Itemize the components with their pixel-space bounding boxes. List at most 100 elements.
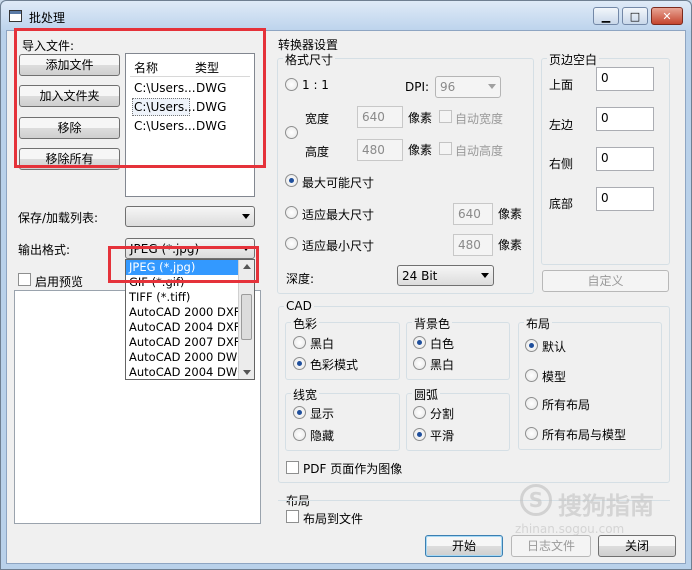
layout-to-file-checkbox[interactable]	[286, 510, 299, 523]
scroll-thumb[interactable]	[241, 294, 252, 340]
format-size-label: 格式尺寸	[283, 51, 336, 68]
custom-size-radio[interactable]	[285, 126, 298, 139]
pdf-page-checkbox[interactable]	[286, 461, 299, 474]
layout-model-radio[interactable]	[525, 369, 538, 382]
layout-all-label: 所有布局	[542, 398, 591, 412]
arc-segment-radio[interactable]	[413, 406, 426, 419]
cad-label: CAD	[284, 299, 314, 313]
dpi-select[interactable]: 96	[435, 76, 501, 98]
fit-max-label: 适应最大尺寸	[302, 208, 375, 222]
dpi-value: 96	[440, 80, 456, 94]
highlight-import-box	[14, 28, 266, 168]
sogou-logo-icon: S	[520, 484, 552, 516]
pdf-page-label: PDF 页面作为图像	[303, 462, 403, 476]
window-title: 批处理	[29, 11, 66, 25]
arc-label: 圆弧	[412, 386, 441, 403]
lineweight-show-radio[interactable]	[293, 406, 306, 419]
lineweight-hide-radio[interactable]	[293, 428, 306, 441]
width-label: 宽度	[305, 112, 330, 126]
ratio-1to1-radio[interactable]	[285, 78, 298, 91]
dropdown-option-dxf-2007[interactable]: AutoCAD 2007 DXF (	[126, 335, 238, 350]
watermark: S 搜狗指南	[520, 484, 680, 520]
layout-model-label: 模型	[542, 370, 567, 384]
title-bar: 批处理 ▁ □ ✕	[1, 1, 691, 31]
dropdown-option-dxf-2000[interactable]: AutoCAD 2000 DXF (	[126, 305, 238, 320]
auto-height-label: 自动高度	[455, 144, 504, 158]
margin-top-field[interactable]: 0	[596, 67, 654, 91]
fit-min-field[interactable]: 480	[453, 234, 493, 256]
max-possible-radio[interactable]	[285, 174, 298, 187]
margins-label: 页边空白	[547, 51, 600, 68]
output-format-label: 输出格式:	[18, 243, 71, 257]
height-field[interactable]: 480	[357, 139, 403, 161]
window-app-icon	[9, 10, 22, 22]
margin-right-field[interactable]: 0	[596, 147, 654, 171]
fit-max-radio[interactable]	[285, 206, 298, 219]
close-icon: ✕	[662, 10, 672, 23]
custom-button[interactable]: 自定义	[542, 270, 669, 292]
max-possible-label: 最大可能尺寸	[302, 176, 375, 190]
bg-black-radio[interactable]	[413, 357, 426, 370]
save-list-select[interactable]	[125, 206, 255, 227]
minimize-icon: ▁	[601, 10, 611, 23]
height-unit-label: 像素	[408, 143, 433, 157]
fit-min-label: 适应最小尺寸	[302, 239, 375, 253]
layout-all-model-label: 所有布局与模型	[542, 428, 627, 442]
dropdown-option-dwg-2000[interactable]: AutoCAD 2000 DWG	[126, 350, 238, 365]
close-button[interactable]: 关闭	[598, 535, 676, 557]
dropdown-option-dxf-2004[interactable]: AutoCAD 2004 DXF (	[126, 320, 238, 335]
ratio-1to1-label: 1 : 1	[302, 78, 329, 92]
margin-bottom-label: 底部	[549, 197, 574, 211]
arc-smooth-label: 平滑	[430, 429, 455, 443]
arc-segment-label: 分割	[430, 407, 455, 421]
bg-white-radio[interactable]	[413, 336, 426, 349]
layout-all-model-radio[interactable]	[525, 427, 538, 440]
watermark-url: zhinan.sogou.com	[515, 522, 625, 536]
scroll-down-icon[interactable]	[243, 370, 251, 375]
fit-min-radio[interactable]	[285, 237, 298, 250]
height-label: 高度	[305, 145, 330, 159]
margin-left-label: 左边	[549, 118, 574, 132]
margin-top-label: 上面	[549, 78, 574, 92]
lineweight-show-label: 显示	[310, 407, 335, 421]
fit-max-field[interactable]: 640	[453, 203, 493, 225]
maximize-icon: □	[629, 10, 641, 23]
chevron-down-icon	[242, 214, 250, 219]
bg-white-label: 白色	[430, 337, 455, 351]
depth-label: 深度:	[286, 272, 315, 286]
depth-select[interactable]: 24 Bit	[397, 265, 494, 286]
black-white-label: 黑白	[310, 337, 335, 351]
fit-max-unit-label: 像素	[498, 207, 523, 221]
start-button[interactable]: 开始	[425, 535, 503, 557]
maximize-button[interactable]: □	[622, 7, 648, 25]
auto-width-checkbox[interactable]	[439, 110, 452, 123]
layout-all-radio[interactable]	[525, 397, 538, 410]
width-field[interactable]: 640	[357, 106, 403, 128]
lineweight-label: 线宽	[291, 386, 320, 403]
log-file-button[interactable]: 日志文件	[511, 535, 591, 557]
margin-right-label: 右侧	[549, 157, 574, 171]
fit-min-unit-label: 像素	[498, 238, 523, 252]
background-label: 背景色	[412, 315, 453, 332]
preview-checkbox[interactable]	[18, 273, 31, 286]
dropdown-option-tiff[interactable]: TIFF (*.tiff)	[126, 290, 238, 305]
margin-left-field[interactable]: 0	[596, 107, 654, 131]
layout-default-radio[interactable]	[525, 339, 538, 352]
lineweight-hide-label: 隐藏	[310, 429, 335, 443]
minimize-button[interactable]: ▁	[593, 7, 619, 25]
auto-height-checkbox[interactable]	[439, 142, 452, 155]
save-list-label: 保存/加载列表:	[18, 211, 99, 225]
color-label: 色彩	[291, 315, 320, 332]
chevron-down-icon	[488, 84, 496, 89]
layout-to-file-label: 布局到文件	[303, 512, 364, 526]
depth-value: 24 Bit	[402, 269, 438, 283]
color-mode-radio[interactable]	[293, 357, 306, 370]
highlight-format-box	[108, 246, 259, 283]
close-window-button[interactable]: ✕	[651, 7, 683, 25]
dropdown-option-dwg-2004[interactable]: AutoCAD 2004 DWG	[126, 365, 238, 380]
layout-default-label: 默认	[542, 340, 567, 354]
black-white-radio[interactable]	[293, 336, 306, 349]
arc-smooth-radio[interactable]	[413, 428, 426, 441]
width-unit-label: 像素	[408, 111, 433, 125]
margin-bottom-field[interactable]: 0	[596, 187, 654, 211]
